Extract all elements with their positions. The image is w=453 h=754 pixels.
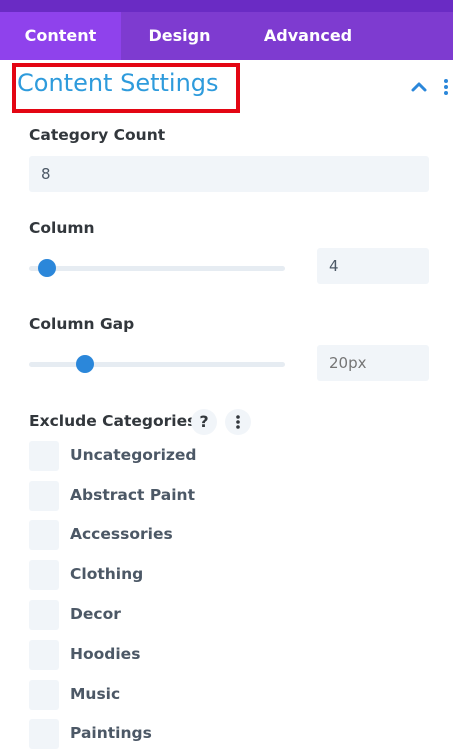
category-option-clothing[interactable]: Clothing: [29, 560, 329, 590]
category-count-label: Category Count: [29, 126, 166, 144]
tab-advanced[interactable]: Advanced: [238, 12, 378, 60]
category-count-input[interactable]: [29, 156, 429, 192]
category-option-label: Hoodies: [70, 645, 141, 663]
category-option-music[interactable]: Music: [29, 680, 329, 710]
chevron-up-icon[interactable]: [408, 76, 430, 98]
help-icon[interactable]: ?: [191, 409, 217, 435]
category-option-label: Clothing: [70, 565, 144, 583]
exclude-categories-label: Exclude Categories: [29, 412, 197, 430]
category-option-label: Accessories: [70, 525, 173, 543]
tab-design[interactable]: Design: [121, 12, 238, 60]
column-gap-slider[interactable]: [29, 355, 285, 373]
checkbox[interactable]: [29, 481, 59, 511]
column-slider-thumb[interactable]: [37, 259, 56, 277]
checkbox[interactable]: [29, 680, 59, 710]
vertical-dots-icon[interactable]: [440, 76, 452, 98]
category-option-uncategorized[interactable]: Uncategorized: [29, 441, 329, 471]
category-option-hoodies[interactable]: Hoodies: [29, 640, 329, 670]
top-accent-bar: [0, 0, 453, 12]
category-option-paintings[interactable]: Paintings: [29, 719, 329, 749]
category-option-label: Abstract Paint: [70, 486, 195, 504]
checkbox[interactable]: [29, 719, 59, 749]
tab-content[interactable]: Content: [0, 12, 121, 60]
field-options-icon[interactable]: [225, 409, 251, 435]
category-option-decor[interactable]: Decor: [29, 600, 329, 630]
settings-tabs: Content Design Advanced: [0, 12, 453, 60]
category-option-label: Paintings: [70, 724, 152, 742]
checkbox[interactable]: [29, 600, 59, 630]
checkbox[interactable]: [29, 640, 59, 670]
checkbox[interactable]: [29, 520, 59, 550]
column-gap-input[interactable]: [317, 345, 429, 381]
column-slider[interactable]: [29, 259, 285, 277]
content-settings-header[interactable]: Content Settings: [0, 60, 453, 116]
category-option-label: Decor: [70, 605, 121, 623]
column-gap-label: Column Gap: [29, 315, 135, 333]
category-option-label: Music: [70, 685, 121, 703]
column-label: Column: [29, 219, 95, 237]
category-option-label: Uncategorized: [70, 446, 197, 464]
column-input[interactable]: [317, 248, 429, 284]
checkbox[interactable]: [29, 560, 59, 590]
category-option-abstract-paint[interactable]: Abstract Paint: [29, 481, 329, 511]
checkbox[interactable]: [29, 441, 59, 471]
section-title: Content Settings: [17, 69, 219, 97]
category-option-accessories[interactable]: Accessories: [29, 520, 329, 550]
column-gap-slider-thumb[interactable]: [76, 355, 95, 373]
